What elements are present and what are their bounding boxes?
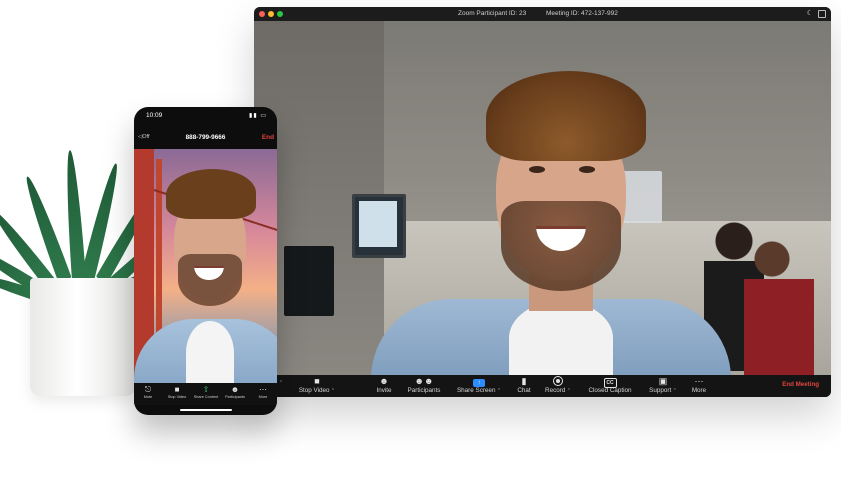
phone-participants-label: Participants (225, 395, 245, 399)
participants-button[interactable]: ☻☻ Participants (402, 375, 446, 397)
signal-wifi-battery-icon: ▮▮ ▭ (249, 113, 267, 119)
record-button[interactable]: Record ⌃ (541, 375, 575, 397)
participants-label: Participants (407, 387, 441, 394)
share-screen-icon: ↑ (452, 375, 506, 387)
support-button[interactable]: ▣ Support ⌃ (644, 375, 682, 397)
chevron-up-icon[interactable]: ⌃ (495, 388, 501, 394)
maximize-window-button[interactable] (277, 11, 283, 17)
chevron-up-icon[interactable]: ⌃ (671, 388, 677, 394)
phone-more-label: More (258, 395, 268, 399)
phone-more-button[interactable]: ⋯ More (249, 385, 277, 399)
moon-icon[interactable]: ☾ (807, 7, 813, 21)
speaker-figure (371, 71, 731, 375)
participant-id-label: Zoom Participant ID: 23 (458, 10, 527, 17)
support-icon: ▣ (658, 376, 668, 386)
add-person-icon: ☻ (379, 376, 389, 386)
record-label: Record ⌃ (545, 387, 571, 394)
phone-participants-button[interactable]: ☻ Participants (221, 385, 249, 399)
end-meeting-button[interactable]: End Meeting (782, 381, 819, 388)
phone-status-bar: 10:09 ▮▮ ▭ (134, 107, 277, 123)
microphone-icon: ⎋ (144, 385, 152, 394)
more-icon: ⋯ (259, 385, 267, 394)
window-titlebar: Zoom Participant ID: 23 Meeting ID: 472-… (254, 7, 831, 21)
meeting-toolbar: ⌃ ■ Stop Video ⌃ ☻ Invite ☻☻ Participant… (254, 375, 831, 397)
minimize-window-button[interactable] (268, 11, 274, 17)
phone-mute-label: Mute (143, 395, 153, 399)
chevron-up-icon[interactable]: ⌃ (565, 388, 571, 394)
chat-button[interactable]: ▮ Chat (512, 375, 536, 397)
phone-end-button[interactable]: End (262, 134, 274, 141)
zoom-desktop-window: Zoom Participant ID: 23 Meeting ID: 472-… (254, 7, 831, 397)
more-icon: ⋯ (694, 376, 704, 386)
meeting-video (254, 21, 831, 375)
support-label: Support ⌃ (649, 387, 677, 394)
close-window-button[interactable] (259, 11, 265, 17)
closed-caption-button[interactable]: CC Closed Caption (582, 375, 638, 397)
fullscreen-icon[interactable] (818, 10, 826, 18)
share-screen-button[interactable]: ↑ Share Screen ⌃ (452, 375, 506, 397)
home-indicator (180, 409, 232, 411)
plant-pot (30, 278, 136, 396)
more-label: More (691, 387, 707, 394)
phone-call-bar: ◁Off 888-799-9666 End (134, 133, 277, 147)
cc-icon: CC (582, 375, 638, 388)
closed-caption-label: Closed Caption (588, 387, 632, 394)
chevron-up-icon[interactable]: ⌃ (330, 388, 335, 394)
participants-icon: ☻ (230, 385, 240, 394)
phone-stop-video-button[interactable]: ■ Stop Video (163, 385, 191, 399)
share-content-icon: ⇧ (202, 385, 210, 394)
stop-video-label: Stop Video ⌃ (298, 387, 336, 394)
chat-label: Chat (517, 387, 531, 394)
chat-icon: ▮ (521, 376, 527, 386)
video-camera-icon: ■ (314, 376, 320, 386)
phone-speaker-figure (134, 169, 277, 383)
phone-share-content-label: Share Content (193, 395, 219, 399)
phone-meeting-video (134, 149, 277, 383)
stop-video-button[interactable]: ■ Stop Video ⌃ (294, 375, 340, 397)
share-screen-label: Share Screen ⌃ (456, 387, 502, 394)
meeting-id-label: Meeting ID: 472-137-992 (546, 10, 618, 17)
phone-stop-video-label: Stop Video (167, 395, 187, 399)
video-camera-icon: ■ (174, 385, 180, 394)
phone-toolbar: ⎋ Mute ■ Stop Video ⇧ Share Content ☻ Pa… (134, 383, 277, 405)
mobile-phone: 10:09 ▮▮ ▭ ◁Off 888-799-9666 End ⎋ Mute … (134, 107, 277, 415)
more-button[interactable]: ⋯ More (686, 375, 712, 397)
meeting-number: 888-799-9666 (185, 134, 226, 141)
phone-mute-button[interactable]: ⎋ Mute (134, 385, 162, 399)
participants-icon: ☻☻ (414, 376, 434, 386)
invite-label: Invite (376, 387, 392, 394)
phone-share-content-button[interactable]: ⇧ Share Content (192, 385, 220, 399)
potted-plant-image (0, 140, 189, 400)
phone-time: 10:09 (146, 112, 163, 119)
invite-button[interactable]: ☻ Invite (370, 375, 398, 397)
record-icon (541, 375, 575, 386)
